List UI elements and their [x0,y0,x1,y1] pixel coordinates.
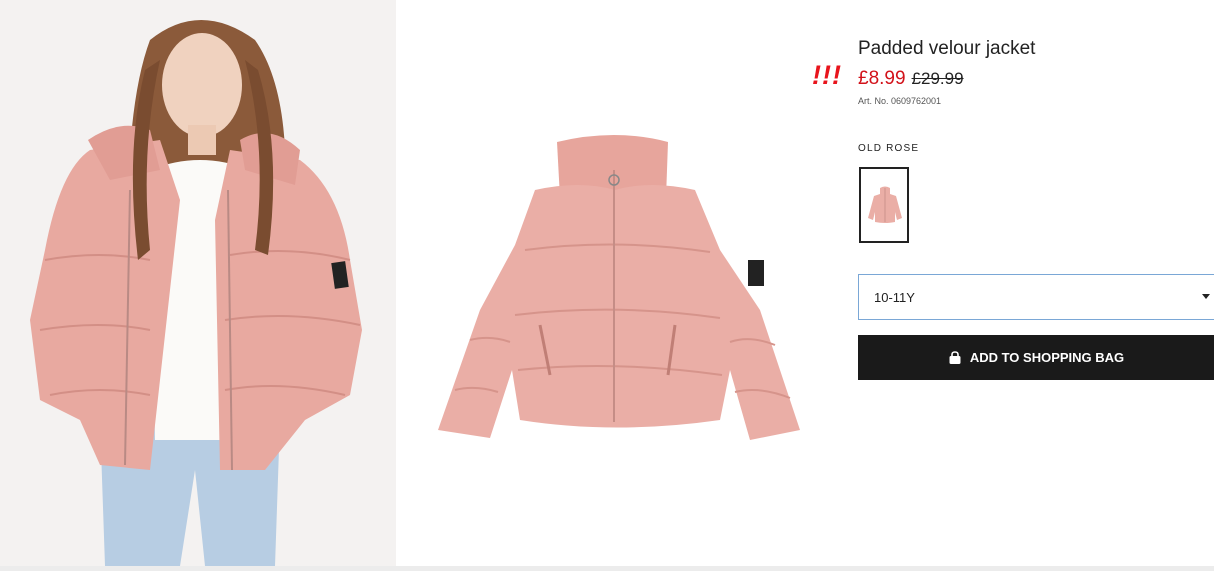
color-label: OLD ROSE [858,143,920,154]
add-to-bag-label: ADD TO SHOPPING BAG [969,350,1125,365]
current-price: £8.99 [858,68,906,89]
product-title: Padded velour jacket [858,38,1036,59]
article-number: Art. No. 0609762001 [858,96,942,106]
size-select[interactable]: 10-11Y [858,274,1214,320]
shopping-bag-icon [948,350,962,365]
chevron-down-icon [1202,294,1210,299]
swatch-jacket-thumbnail [864,172,906,238]
original-price: £29.99 [911,69,964,88]
page-divider [0,566,1214,571]
size-selected-value: 10-11Y [874,289,915,305]
color-swatch-old-rose[interactable] [859,167,909,243]
add-to-bag-button[interactable]: ADD TO SHOPPING BAG [858,335,1214,380]
model-illustration [30,20,362,566]
product-model-image[interactable] [0,0,396,566]
sale-badge: !!! [812,60,842,90]
price-row: !!! £8.99 £29.99 [812,60,964,91]
jacket-illustration [438,135,800,440]
product-flat-image[interactable] [430,120,810,460]
